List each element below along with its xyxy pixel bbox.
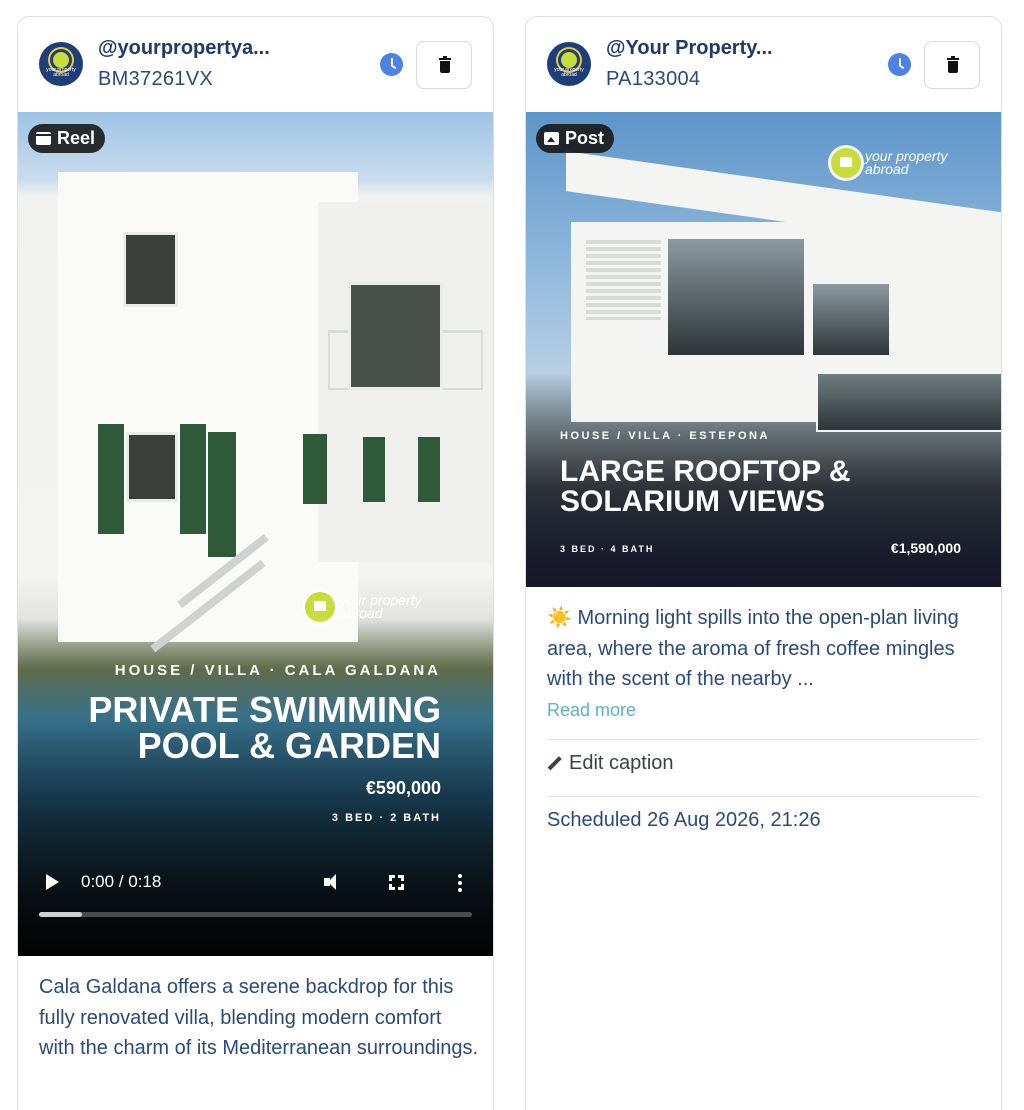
account-avatar: your property abroad — [547, 42, 591, 86]
account-handle: @yourpropertya... — [98, 37, 270, 59]
avatar-text: your property abroad — [46, 67, 76, 78]
video-progress-bar[interactable] — [39, 912, 472, 917]
delete-button[interactable] — [924, 41, 980, 89]
overlay-category: HOUSE / VILLA · ESTEPONA — [560, 430, 770, 442]
divider — [547, 796, 980, 797]
account-avatar: your property abroad — [39, 42, 83, 86]
property-reference: PA133004 — [606, 68, 701, 90]
clapperboard-icon — [36, 132, 51, 145]
house-sun-icon — [305, 592, 335, 622]
property-reference: BM37261VX — [98, 68, 213, 90]
read-more-link[interactable]: Read more — [547, 700, 636, 721]
trash-icon — [439, 56, 451, 60]
sun-logo-icon — [561, 52, 577, 68]
edit-caption-button[interactable]: Edit caption — [547, 752, 674, 775]
post-image[interactable]: Post your property abroad HOUSE / VILLA … — [526, 112, 1001, 587]
type-badge-reel: Reel — [28, 124, 106, 153]
card-header: your property abroad @Your Property... P… — [526, 17, 1001, 112]
more-options-icon[interactable] — [458, 874, 462, 892]
overlay-beds: 3 BED · 2 BATH — [331, 812, 441, 824]
sun-logo-icon — [53, 52, 69, 68]
overlay-price: €1,590,000 — [890, 540, 961, 556]
video-controls: 0:00 / 0:18 — [18, 866, 493, 936]
fullscreen-icon[interactable] — [389, 875, 404, 890]
avatar-text: your property abroad — [554, 67, 584, 78]
delete-button[interactable] — [416, 41, 472, 89]
divider — [547, 739, 980, 740]
overlay-price: €590,000 — [365, 778, 441, 798]
trash-icon — [947, 56, 959, 60]
play-icon[interactable] — [46, 874, 59, 890]
post-caption: Cala Galdana offers a serene backdrop fo… — [39, 976, 479, 1059]
post-card-post: your property abroad @Your Property... P… — [525, 16, 1002, 1110]
volume-icon[interactable] — [324, 874, 342, 890]
overlay-beds: 3 BED · 4 BATH — [560, 544, 655, 554]
video-player[interactable]: Reel your property abroad HOUSE / VILLA … — [18, 112, 493, 956]
brand-logo: your property abroad — [831, 148, 965, 178]
type-badge-post: Post — [536, 124, 615, 153]
brand-logo: your property abroad — [305, 592, 439, 622]
post-card-reel: your property abroad @yourpropertya... B… — [17, 16, 494, 1110]
scheduled-clock-icon[interactable] — [888, 53, 911, 76]
card-header: your property abroad @yourpropertya... B… — [18, 17, 493, 112]
video-progress-fill — [39, 912, 83, 917]
scheduled-time: Scheduled 26 Aug 2026, 21:26 — [547, 809, 821, 831]
video-time: 0:00 / 0:18 — [81, 872, 162, 891]
post-caption: ☀️ Morning light spills into the open-pl… — [547, 607, 959, 690]
pencil-icon — [544, 754, 564, 774]
scheduled-clock-icon[interactable] — [380, 53, 403, 76]
account-handle: @Your Property... — [606, 37, 773, 59]
overlay-title: LARGE ROOFTOP & SOLARIUM VIEWS — [560, 455, 851, 518]
image-icon — [544, 132, 559, 145]
overlay-title: PRIVATE SWIMMING POOL & GARDEN — [88, 689, 441, 766]
overlay-category: HOUSE / VILLA · CALA GALDANA — [114, 662, 441, 679]
house-sun-icon — [831, 148, 861, 178]
